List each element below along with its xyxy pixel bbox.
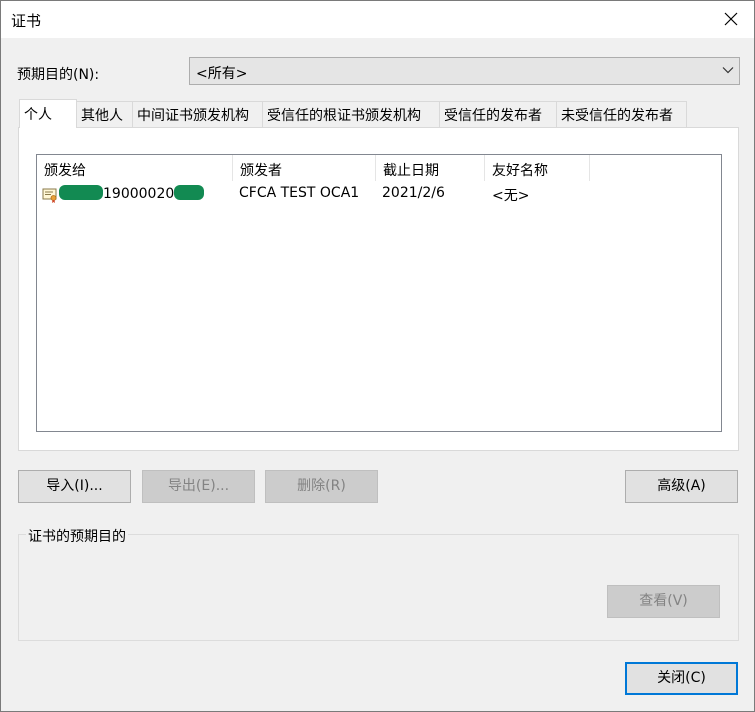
title-bar: 证书: [1, 1, 754, 38]
column-issued-to[interactable]: 颁发给: [37, 155, 233, 181]
tab-other-people[interactable]: 其他人: [76, 101, 133, 127]
close-button[interactable]: 关闭(C): [625, 662, 738, 695]
close-icon: [724, 12, 738, 26]
group-title: 证书的预期目的: [26, 526, 128, 546]
column-expiration[interactable]: 截止日期: [376, 155, 485, 181]
tab-trusted-publishers[interactable]: 受信任的发布者: [439, 101, 557, 127]
purpose-dropdown[interactable]: <所有>: [189, 57, 740, 85]
purpose-value: <所有>: [196, 66, 248, 82]
close-window-button[interactable]: [716, 5, 746, 33]
certificates-dialog: 证书 预期目的(N): <所有> 个人 其他人 中间证书颁发机构 受信任的根证书…: [0, 0, 755, 712]
purpose-label: 预期目的(N):: [17, 67, 100, 83]
column-issuer[interactable]: 颁发者: [233, 155, 376, 181]
export-button[interactable]: 导出(E)...: [142, 470, 255, 503]
tab-untrusted-publishers[interactable]: 未受信任的发布者: [556, 101, 687, 127]
tab-intermediate-ca[interactable]: 中间证书颁发机构: [132, 101, 263, 127]
cell-issued-to: 19000020: [59, 185, 205, 202]
chevron-down-icon: [722, 67, 734, 74]
certificate-list[interactable]: 颁发给 颁发者 截止日期 友好名称 19000020 CFCA TEST OCA…: [36, 154, 722, 432]
cell-friendly-name: <无>: [492, 188, 530, 204]
cell-issuer: CFCA TEST OCA1: [239, 185, 360, 201]
redaction-mark: [59, 185, 103, 200]
import-button[interactable]: 导入(I)...: [18, 470, 131, 503]
tab-personal[interactable]: 个人: [19, 99, 77, 128]
issued-to-text: 19000020: [103, 186, 175, 202]
tab-trusted-root-ca[interactable]: 受信任的根证书颁发机构: [262, 101, 440, 127]
tab-panel: 颁发给 颁发者 截止日期 友好名称 19000020 CFCA TEST OCA…: [18, 127, 739, 451]
redaction-mark: [174, 185, 205, 200]
remove-button[interactable]: 删除(R): [265, 470, 378, 503]
certificate-icon: [42, 188, 57, 203]
window-title: 证书: [11, 12, 42, 30]
column-friendly-name[interactable]: 友好名称: [485, 155, 590, 181]
advanced-button[interactable]: 高级(A): [625, 470, 738, 503]
view-button[interactable]: 查看(V): [607, 585, 720, 618]
cell-expiration: 2021/2/6: [382, 185, 445, 201]
